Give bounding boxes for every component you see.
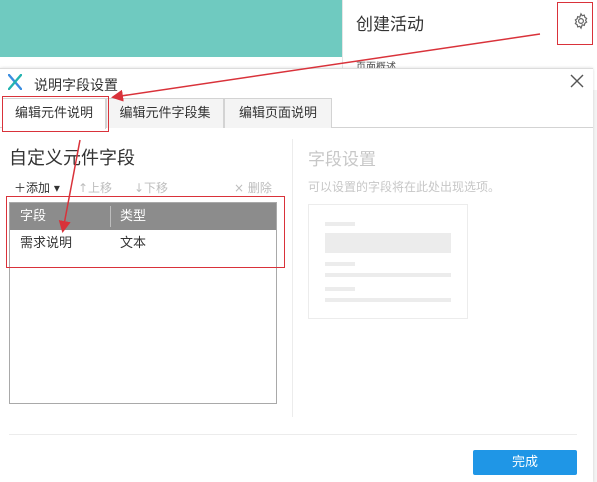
placeholder-line <box>325 222 355 226</box>
custom-fields-title: 自定义元件字段 <box>9 148 135 169</box>
dialog-title: 说明字段设置 <box>34 78 118 94</box>
placeholder-line <box>325 287 355 291</box>
section-divider <box>292 139 293 417</box>
panel-subtitle: 页面概述 <box>356 62 396 68</box>
placeholder-line <box>325 262 355 266</box>
footer-divider <box>9 434 577 435</box>
annotation-box-tab <box>2 96 109 132</box>
delete-button[interactable]: × 删除 <box>234 179 272 196</box>
placeholder-line <box>325 273 451 277</box>
add-field-button[interactable]: ＋添加 ▾ <box>14 179 60 196</box>
panel-title: 创建活动 <box>356 15 424 35</box>
move-down-button[interactable]: ↓下移 <box>134 179 168 196</box>
placeholder-block <box>325 233 451 253</box>
annotation-box-table <box>6 196 285 268</box>
move-up-button[interactable]: ↑上移 <box>78 179 112 196</box>
screen: 创建活动 页面概述 说明字段设置 编辑元件说明 编辑元件字段集 编辑页面说明 自… <box>0 0 597 482</box>
field-settings-title: 字段设置 <box>308 150 376 170</box>
empty-state-illustration <box>308 204 468 319</box>
tab-edit-page-notes[interactable]: 编辑页面说明 <box>224 98 332 128</box>
field-settings-dialog: 说明字段设置 编辑元件说明 编辑元件字段集 编辑页面说明 自定义元件字段 ＋添加… <box>0 68 593 482</box>
axure-logo-icon <box>7 73 23 91</box>
field-settings-description: 可以设置的字段将在此处出现选项。 <box>308 180 501 194</box>
tab-edit-widget-field-sets[interactable]: 编辑元件字段集 <box>106 98 224 128</box>
close-icon[interactable] <box>569 73 585 89</box>
annotation-box-gear <box>557 2 593 45</box>
app-header-bar <box>0 0 342 57</box>
placeholder-line <box>325 298 451 302</box>
done-button[interactable]: 完成 <box>473 450 577 475</box>
dialog-header: 说明字段设置 <box>0 69 593 97</box>
